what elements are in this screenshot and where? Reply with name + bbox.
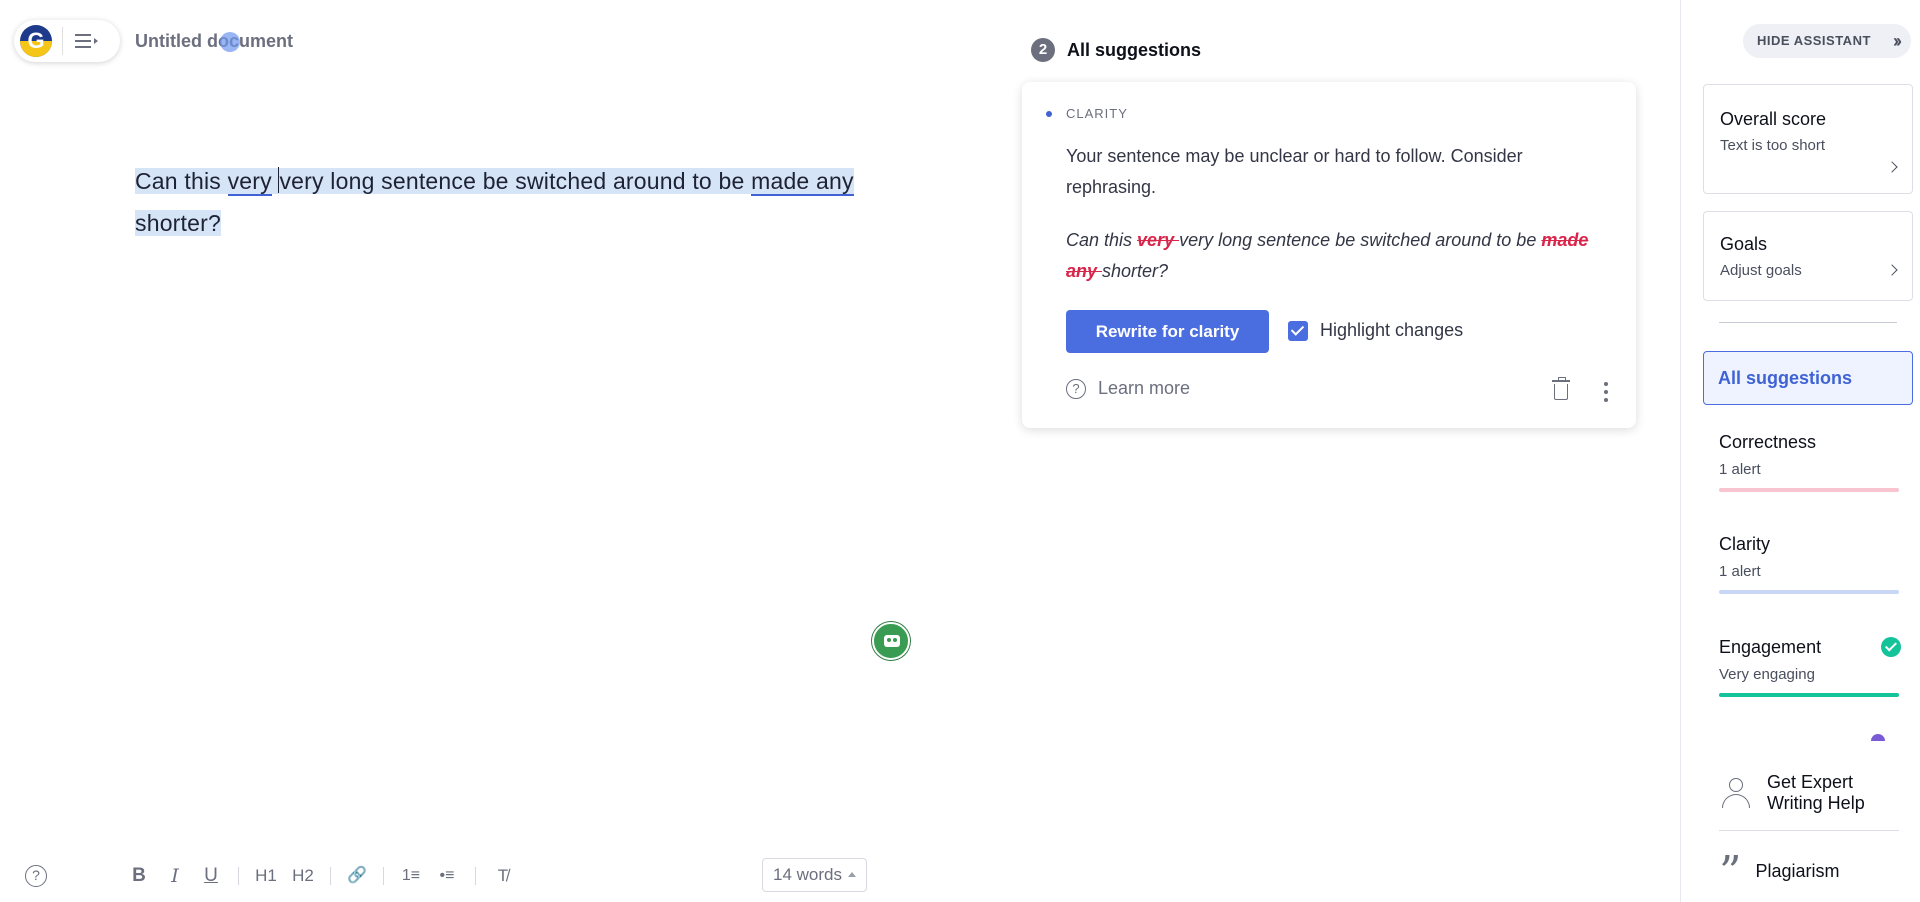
heading-1-button[interactable]: H1 (252, 858, 280, 894)
menu-icon[interactable] (71, 30, 101, 52)
sidebar-item-clarity[interactable]: Clarity 1 alert (1719, 534, 1899, 596)
learn-more-link[interactable]: ? Learn more (1066, 378, 1190, 399)
underline-button[interactable]: U (200, 858, 222, 894)
suggestions-header: 2 All suggestions (1031, 38, 1201, 62)
sidebar-item-engagement[interactable]: Engagement Very engaging (1719, 637, 1901, 699)
suggestion-count-badge: 2 (1031, 38, 1055, 62)
highlight-checkbox[interactable] (1288, 320, 1308, 341)
clear-formatting-icon[interactable]: T̸ (490, 858, 516, 894)
double-chevron-right-icon: ›› (1893, 31, 1902, 51)
flagged-word-very[interactable]: very (227, 168, 272, 196)
assistant-sidebar: HIDE ASSISTANT ›› Overall score Text is … (1680, 0, 1920, 902)
overall-score-card[interactable]: Overall score Text is too short (1703, 84, 1913, 194)
document-title[interactable]: Untitled document (135, 31, 293, 52)
editor-text[interactable]: Can this very very long sentence be swit… (135, 160, 895, 244)
heading-2-button[interactable]: H2 (289, 858, 317, 894)
check-circle-icon (1881, 637, 1901, 657)
chevron-right-icon (1886, 161, 1898, 173)
goals-subtitle: Adjust goals (1720, 262, 1802, 279)
rewrite-for-clarity-button[interactable]: Rewrite for clarity (1066, 310, 1269, 353)
selected-text: Can this very very long sentence be swit… (135, 167, 854, 236)
chevron-right-icon (1886, 264, 1898, 276)
question-icon: ? (1066, 378, 1086, 399)
sidebar-item-correctness[interactable]: Correctness 1 alert (1719, 432, 1899, 494)
suggestions-title: All suggestions (1067, 39, 1202, 60)
trash-icon[interactable] (1552, 377, 1570, 400)
highlight-changes-label: Highlight changes (1320, 320, 1464, 340)
expert-person-icon (1719, 776, 1753, 810)
category-dot-icon (1046, 111, 1052, 117)
ordered-list-icon[interactable]: 1≡ (398, 858, 424, 894)
sidebar-item-all-suggestions[interactable]: All suggestions (1703, 351, 1913, 405)
more-options-icon[interactable] (1604, 382, 1608, 402)
mouse-cursor-indicator (220, 32, 240, 52)
quote-icon: ” (1719, 847, 1742, 898)
goals-card[interactable]: Goals Adjust goals (1703, 211, 1913, 301)
engagement-bar (1719, 693, 1899, 697)
bullet-list-icon[interactable]: •≡ (434, 858, 460, 894)
clarity-bar (1719, 590, 1899, 594)
get-expert-help-link[interactable]: Get Expert Writing Help (1719, 772, 1899, 814)
overall-score-title: Overall score (1720, 109, 1827, 129)
grammarly-logo-icon[interactable]: G (20, 25, 52, 57)
caret-up-icon (847, 872, 856, 877)
app-pill: G (14, 20, 120, 62)
goals-title: Goals (1720, 234, 1768, 254)
link-icon[interactable]: 🔗 (344, 858, 370, 894)
correctness-bar (1719, 488, 1899, 492)
bold-button[interactable]: B (128, 858, 150, 894)
highlight-changes-toggle[interactable]: Highlight changes (1288, 320, 1463, 341)
flagged-phrase-made-any[interactable]: made any (751, 168, 854, 196)
italic-button[interactable]: I (164, 858, 186, 894)
overall-score-subtitle: Text is too short (1720, 137, 1826, 154)
hide-assistant-button[interactable]: HIDE ASSISTANT ›› (1743, 24, 1911, 58)
suggestion-category: CLARITY (1066, 106, 1128, 121)
word-count[interactable]: 14 words (762, 858, 867, 892)
delivery-indicator-icon (1871, 734, 1885, 741)
suggestion-description: Your sentence may be unclear or hard to … (1066, 146, 1523, 197)
suggestion-example: Can this very very long sentence be swit… (1066, 230, 1589, 281)
suggestion-card[interactable]: CLARITY Your sentence may be unclear or … (1022, 82, 1636, 428)
plagiarism-link[interactable]: ” Plagiarism (1719, 847, 1840, 898)
assistant-bot-icon[interactable] (872, 622, 910, 660)
